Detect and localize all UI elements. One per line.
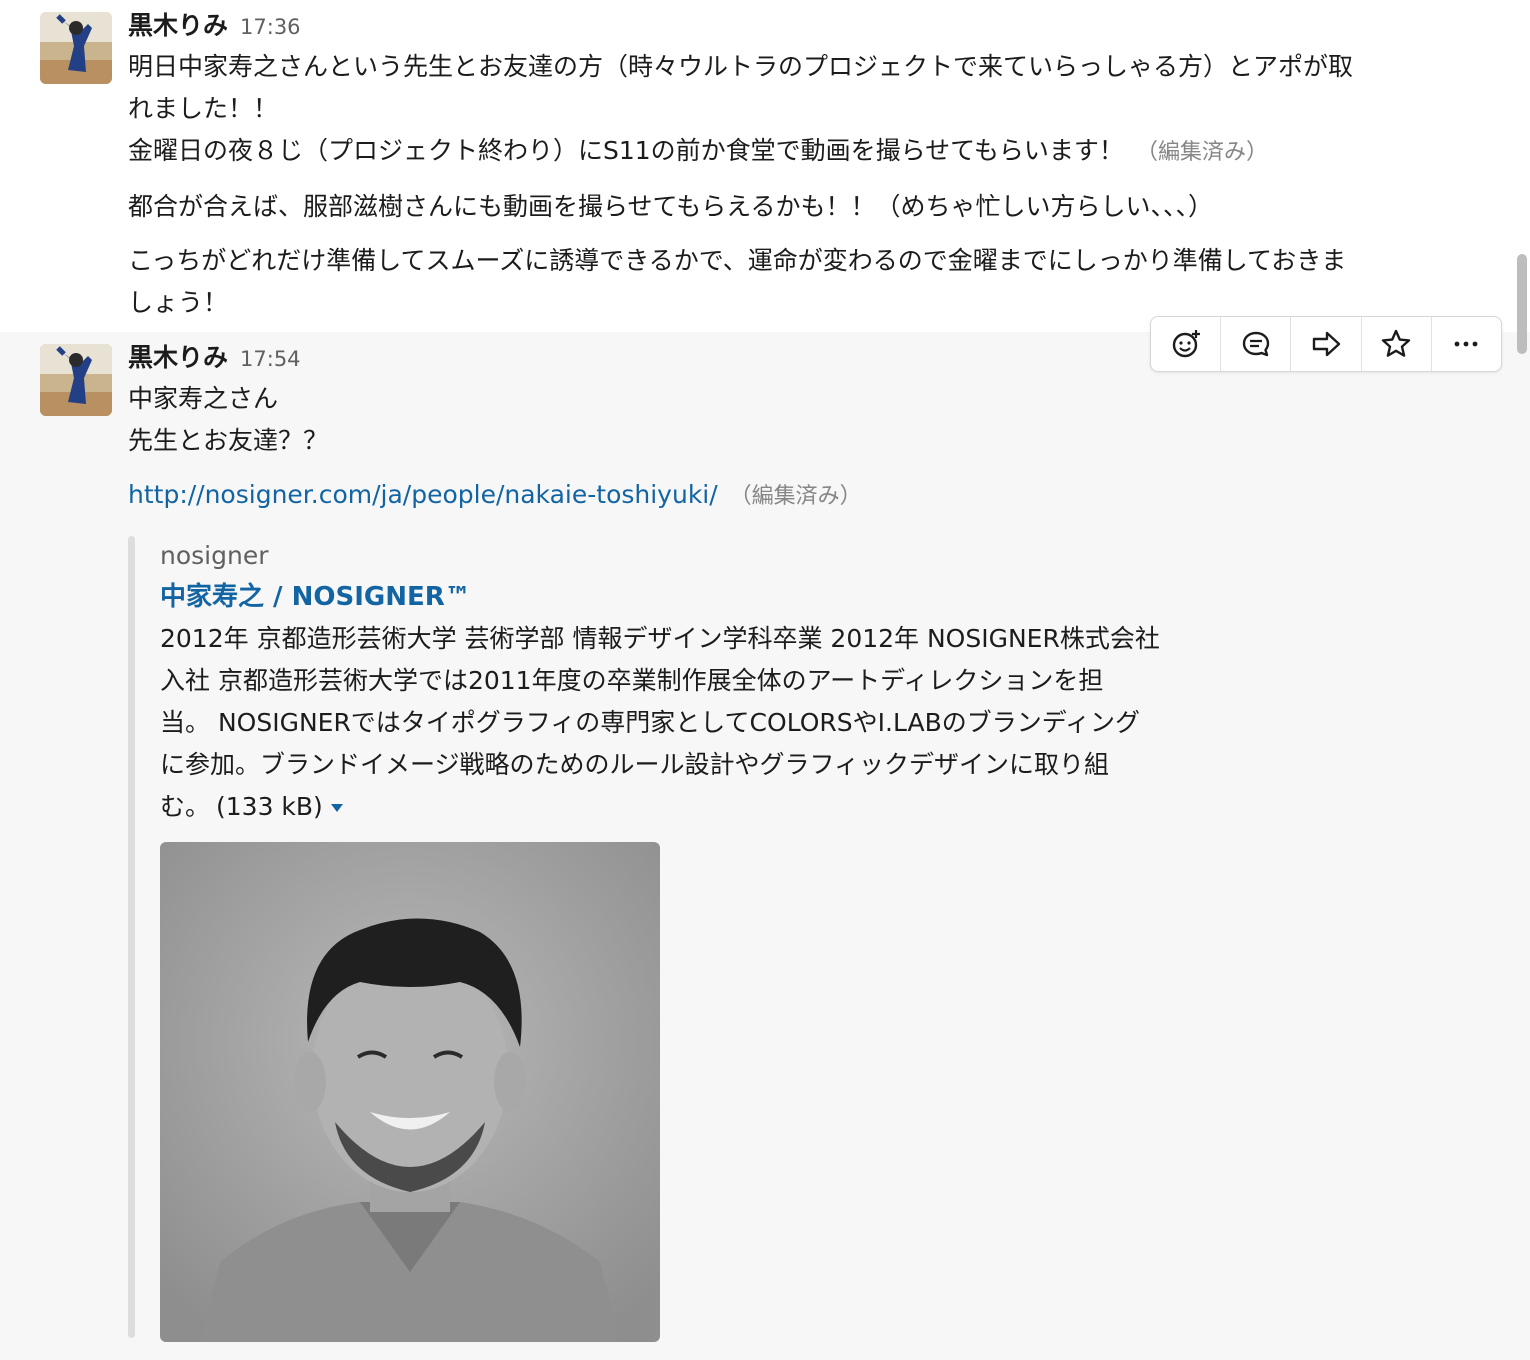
message-2: 黒木りみ 17:54 中家寿之さん 先生とお友達？？ http://nosign… — [0, 332, 1530, 1360]
timestamp[interactable]: 17:36 — [240, 15, 301, 39]
message-text-line: れました！！ — [128, 94, 279, 123]
star-icon — [1382, 329, 1411, 357]
avatar-image — [40, 344, 112, 416]
message-text-line: 明日中家寿之さんという先生とお友達の方（時々ウルトラのプロジェクトで来ていらっし… — [128, 52, 1354, 81]
more-actions-button[interactable] — [1432, 317, 1501, 371]
attachment-photo[interactable] — [160, 842, 660, 1342]
message-link[interactable]: http://nosigner.com/ja/people/nakaie-tos… — [128, 480, 718, 509]
message-text-line: こっちがどれだけ準備してスムーズに誘導できるかで、運命が変わるので金曜までにしっ… — [128, 246, 1347, 275]
add-reaction-icon — [1172, 330, 1200, 358]
message-actions-toolbar — [1150, 316, 1502, 372]
avatar-image — [40, 12, 112, 84]
reply-thread-button[interactable] — [1221, 317, 1292, 371]
attachment-description-line: 入社 京都造形芸術大学では2011年度の卒業制作展全体のアートディレクションを担 — [160, 666, 1104, 695]
collapse-caret-icon[interactable] — [330, 804, 343, 812]
message-text-line: 先生とお友達？？ — [128, 426, 329, 455]
avatar[interactable] — [40, 12, 112, 84]
edited-label: （編集済み） — [1135, 140, 1268, 165]
add-reaction-button[interactable] — [1151, 317, 1222, 371]
attachment-description-line: む。 (133 kB) — [160, 786, 1260, 828]
message-text-line: 中家寿之さん — [128, 384, 279, 413]
more-actions-icon — [1455, 341, 1478, 347]
attachment-bar — [128, 536, 135, 1338]
attachment-description-line: 当。 NOSIGNERではタイポグラフィの専門家としてCOLORSやI.LABの… — [160, 708, 1140, 737]
sender-name[interactable]: 黒木りみ — [128, 6, 228, 42]
timestamp[interactable]: 17:54 — [240, 347, 301, 371]
message-text-line: 都合が合えば、服部滋樹さんにも動画を撮らせてもらえるかも！！（めちゃ忙しい方らし… — [128, 192, 1214, 221]
share-button[interactable] — [1291, 317, 1362, 371]
share-icon — [1312, 331, 1341, 357]
attachment-description-line: に参加。ブランドイメージ戦略のためのルール設計やグラフィックデザインに取り組 — [160, 750, 1110, 779]
attachment-description-text: む。 — [160, 792, 211, 821]
attachment-description-line: 2012年 京都造形芸術大学 芸術学部 情報デザイン学科卒業 2012年 NOS… — [160, 624, 1160, 653]
attachment-title-link[interactable]: 中家寿之 / NOSIGNER™ — [160, 576, 1260, 618]
star-button[interactable] — [1362, 317, 1432, 371]
message-text-line: 金曜日の夜８じ（プロジェクト終わり）にS11の前か食堂で動画を撮らせてもらいます… — [128, 130, 1506, 174]
edited-label: （編集済み） — [729, 484, 862, 509]
link-unfurl-attachment: nosigner 中家寿之 / NOSIGNER™ 2012年 京都造形芸術大学… — [128, 536, 1268, 1342]
attachment-site-name: nosigner — [160, 541, 269, 570]
message-text: 金曜日の夜８じ（プロジェクト終わり）にS11の前か食堂で動画を撮らせてもらいます… — [128, 136, 1124, 165]
attachment-size: (133 kB) — [216, 792, 323, 821]
avatar[interactable] — [40, 344, 112, 416]
reply-thread-icon — [1242, 331, 1269, 357]
message-1: 黒木りみ 17:36 明日中家寿之さんという先生とお友達の方（時々ウルトラのプロ… — [0, 0, 1530, 332]
link-row: http://nosigner.com/ja/people/nakaie-tos… — [128, 478, 1506, 510]
sender-name[interactable]: 黒木りみ — [128, 338, 228, 374]
scrollbar-thumb[interactable] — [1517, 254, 1527, 354]
